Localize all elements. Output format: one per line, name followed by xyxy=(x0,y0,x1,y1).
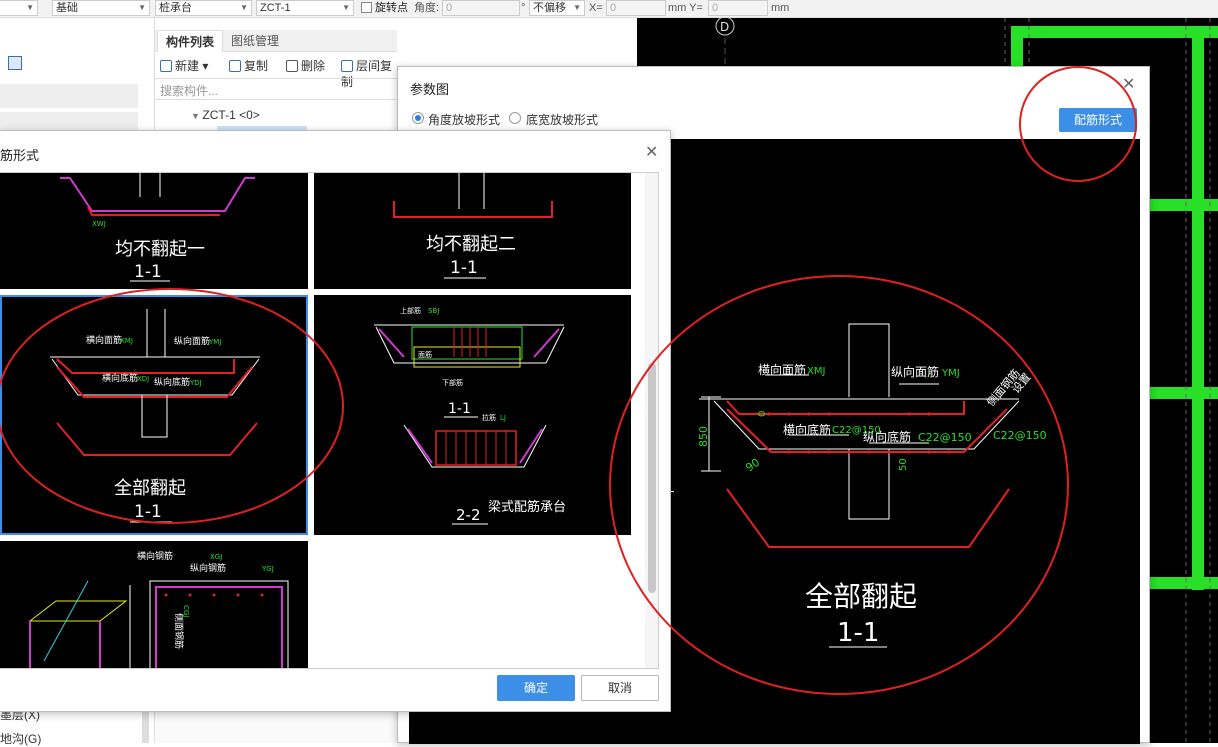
chevron-down-icon: ▼ xyxy=(342,3,350,12)
mm-label: mm xyxy=(771,2,790,14)
scrollbar[interactable] xyxy=(142,708,149,743)
width-slope-radio[interactable] xyxy=(509,112,521,124)
top-toolbar: ▼ 基础 ▼ 桩承台 ▼ ZCT-1 ▼ 旋转点 角度: 0 ° 不偏移 ▼ X= 0 … xyxy=(0,0,1218,18)
thumb-none-raised-2[interactable]: 均不翻起二 1-1 xyxy=(314,173,631,289)
angle-input[interactable]: 0 xyxy=(442,0,520,16)
tree-expand-icon[interactable]: ▼ xyxy=(191,111,202,121)
floor-copy-icon xyxy=(341,60,353,72)
cancel-button[interactable]: 取消 xyxy=(581,675,659,701)
tree-item-label: ZCT-1 <0> xyxy=(202,108,260,122)
thumb3-top-code: SBJ xyxy=(428,307,439,315)
thumb3-section1: 1-1 xyxy=(448,401,471,417)
thumb1-section: 1-1 xyxy=(450,258,478,278)
search-input[interactable]: 搜索构件... xyxy=(160,82,218,99)
copy-button[interactable]: 复制 xyxy=(229,58,268,74)
thumb4-side-label: 侧面钢筋 xyxy=(173,613,185,649)
axis-label: D xyxy=(720,20,729,34)
angle-slope-label: 角度放坡形式 xyxy=(428,113,501,127)
thumb1-title: 均不翻起二 xyxy=(426,234,516,255)
thumb4-code2: YGJ xyxy=(261,565,274,573)
param-dialog-title: 参数图 xyxy=(410,82,450,97)
chevron-down-icon: ▼ xyxy=(240,3,248,12)
annotation-circle xyxy=(609,275,1069,695)
close-icon[interactable]: ✕ xyxy=(645,145,658,161)
thumb-beam-style[interactable]: 上部筋 SBJ 面筋 下部筋 1-1 拉筋 LJ 2-2 梁式配筋承台 xyxy=(314,295,631,535)
degree-unit: ° xyxy=(521,2,526,14)
thumb3-mid-label: 面筋 xyxy=(418,350,432,359)
thumb-none-raised-1[interactable]: XWJ 均不翻起一 1-1 xyxy=(0,173,308,289)
chevron-down-icon: ▼ xyxy=(573,3,581,12)
bottom-strip xyxy=(155,708,397,743)
x-input[interactable]: 0 xyxy=(606,0,666,16)
thumb4-label2: 纵向钢筋 xyxy=(190,562,226,574)
thumb0-title: 均不翻起一 xyxy=(115,239,205,260)
rotate-point-checkbox[interactable] xyxy=(361,2,372,13)
thumb4-side-code: CGJ xyxy=(182,605,190,617)
angle-slope-radio[interactable] xyxy=(412,112,424,124)
delete-label: 删除 xyxy=(301,59,326,73)
y-input[interactable]: 0 xyxy=(708,0,768,16)
rotate-point-label: 旋转点 xyxy=(375,2,408,14)
type-select[interactable]: 桩承台 ▼ xyxy=(155,0,252,16)
thumb-box-style[interactable]: 横向钢筋 XGJ 纵向钢筋 YGJ 侧面钢筋 CGJ xyxy=(0,541,308,668)
dropdown-arrow-stub[interactable]: ▼ xyxy=(0,0,38,16)
angle-value: 0 xyxy=(446,2,453,14)
thumb3-section2: 2-2 xyxy=(456,506,481,524)
component-select[interactable]: ZCT-1 ▼ xyxy=(256,0,354,16)
delete-button[interactable]: 删除 xyxy=(286,58,325,74)
thumb3-tie-label: 拉筋 xyxy=(482,413,496,422)
annotation-circle xyxy=(1019,66,1137,182)
trash-icon xyxy=(286,60,298,72)
tab-drawing-manage[interactable]: 图纸管理 xyxy=(223,30,287,52)
thumb4-label1: 横向钢筋 xyxy=(137,550,173,562)
rebar-dialog-title: 筋形式 xyxy=(0,148,40,163)
thumb0-code: XWJ xyxy=(92,220,106,228)
list-view-icon[interactable] xyxy=(8,56,22,70)
component-select-value: ZCT-1 xyxy=(260,2,291,14)
copy-icon xyxy=(229,60,241,72)
thumb3-bottom-label: 下部筋 xyxy=(442,378,463,387)
tree-item-zct1[interactable]: ▼ ZCT-1 <0> xyxy=(191,108,260,122)
annotation-circle xyxy=(0,288,344,524)
thumb4-code1: XGJ xyxy=(210,553,222,561)
offset-select-value: 不偏移 xyxy=(533,2,566,14)
type-select-value: 桩承台 xyxy=(159,2,192,14)
thumb3-top-label: 上部筋 xyxy=(400,306,421,315)
category-select[interactable]: 基础 ▼ xyxy=(52,0,150,16)
nav-item-g[interactable]: 地沟(G) xyxy=(0,730,41,747)
mm-y-label: mm Y= xyxy=(668,2,703,14)
width-slope-label: 底宽放坡形式 xyxy=(526,113,599,127)
category-select-value: 基础 xyxy=(56,2,78,14)
chevron-down-icon: ▼ xyxy=(138,3,146,12)
ok-button[interactable]: 确定 xyxy=(497,675,575,701)
thumb3-caption: 梁式配筋承台 xyxy=(488,499,566,515)
thumb0-section: 1-1 xyxy=(134,262,162,282)
nav-row[interactable] xyxy=(0,112,138,130)
thumb3-tie-code: LJ xyxy=(500,414,506,422)
new-button[interactable]: 新建 ▾ xyxy=(160,58,208,74)
x-label: X= xyxy=(589,2,603,14)
offset-select[interactable]: 不偏移 ▼ xyxy=(529,0,585,16)
new-label: 新建 xyxy=(175,59,200,73)
y-value: 0 xyxy=(712,2,719,14)
nav-row[interactable] xyxy=(0,84,138,108)
x-value: 0 xyxy=(610,2,617,14)
angle-label: 角度: xyxy=(414,2,440,14)
search-box[interactable]: 搜索构件... xyxy=(155,78,397,100)
new-icon xyxy=(160,60,172,72)
tab-component-list[interactable]: 构件列表 xyxy=(157,30,224,52)
copy-label: 复制 xyxy=(244,59,269,73)
